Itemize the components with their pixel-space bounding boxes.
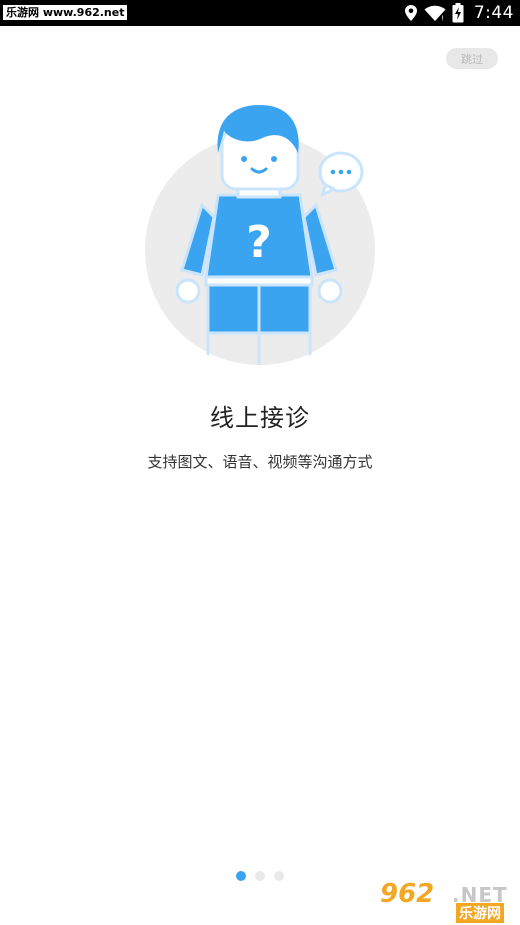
- battery-charging-icon: [452, 3, 464, 23]
- onboarding-subtitle: 支持图文、语音、视频等沟通方式: [147, 453, 373, 471]
- page-dot-2[interactable]: [255, 871, 265, 881]
- watermark-logo: 962: [380, 879, 435, 909]
- svg-text:?: ?: [246, 217, 272, 268]
- page-dot-3[interactable]: [274, 871, 284, 881]
- watermark-label: 乐游网 www.962.net: [2, 4, 129, 21]
- clock: 7:44: [473, 3, 514, 23]
- corner-watermark: 962 .NET 乐游网: [380, 879, 516, 923]
- status-bar: 乐游网 www.962.net ! 7:44: [0, 0, 520, 26]
- watermark-text: 乐游网: [456, 903, 504, 923]
- onboarding-illustration: ?: [130, 95, 390, 370]
- onboarding-title: 线上接诊: [210, 404, 310, 432]
- person-question-icon: ?: [145, 105, 375, 365]
- location-icon: [404, 4, 418, 22]
- skip-button[interactable]: 跳过: [446, 48, 498, 69]
- page-dot-1[interactable]: [236, 871, 246, 881]
- wifi-icon: !: [424, 4, 446, 22]
- status-icons: ! 7:44: [404, 0, 514, 26]
- svg-text:!: !: [441, 15, 444, 23]
- page-indicator: [236, 871, 284, 881]
